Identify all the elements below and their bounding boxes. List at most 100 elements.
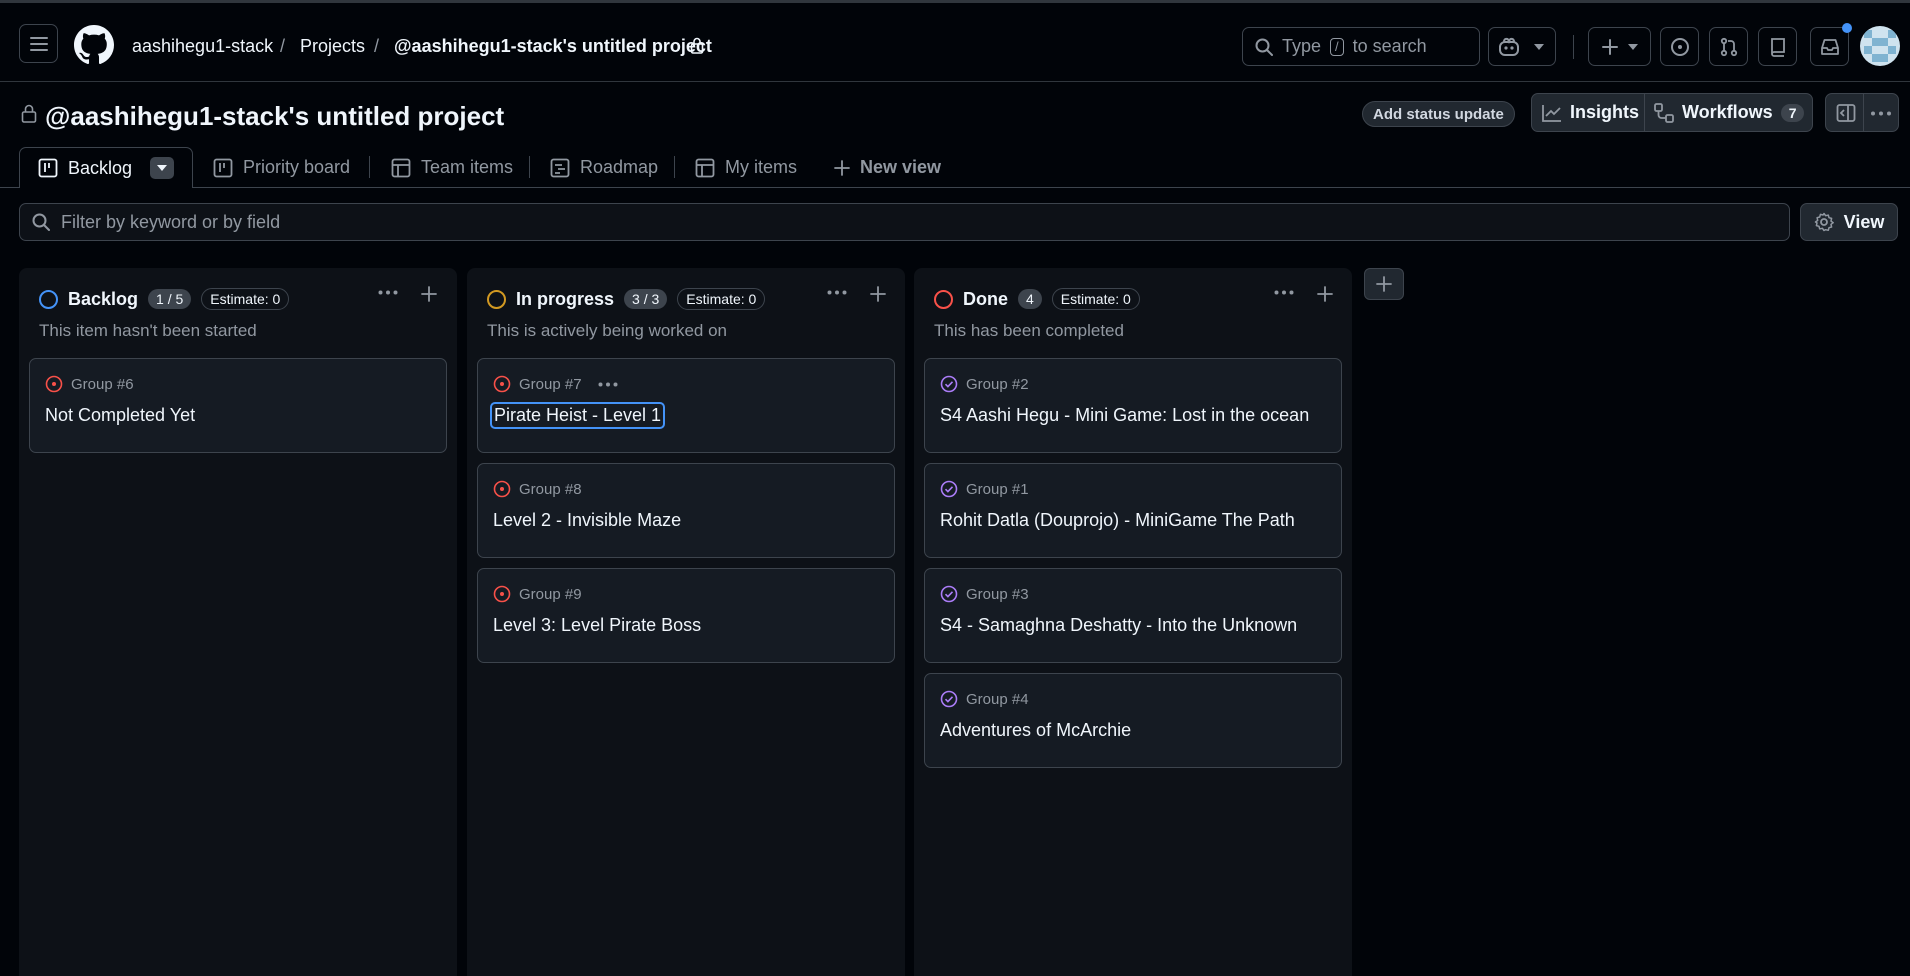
create-new-button[interactable] <box>1588 27 1651 66</box>
card-title[interactable]: Rohit Datla (Douprojo) - MiniGame The Pa… <box>940 510 1295 531</box>
breadcrumb-owner[interactable]: aashihegu1-stack <box>132 36 273 57</box>
more-options-button[interactable] <box>1870 111 1892 116</box>
item-card[interactable]: Group #4 Adventures of McArchie <box>924 673 1342 768</box>
card-meta: Group #3 <box>940 585 1029 603</box>
column-menu-button[interactable] <box>827 290 847 295</box>
column-description: This is actively being worked on <box>487 321 728 340</box>
tab-my-items[interactable]: My items <box>695 148 797 187</box>
column-estimate: Estimate: 0 <box>677 288 766 310</box>
issue-opened-icon <box>493 585 511 603</box>
tab-priority-board[interactable]: Priority board <box>213 148 350 187</box>
graph-icon <box>1542 104 1561 122</box>
menu-button[interactable] <box>19 24 58 63</box>
project-title[interactable]: @aashihegu1-stack's untitled project <box>45 101 504 132</box>
breadcrumb-project[interactable]: @aashihegu1-stack's untitled project <box>394 36 712 57</box>
search-shortcut-key: / <box>1330 37 1344 56</box>
tabs-underline <box>0 187 1910 188</box>
avatar[interactable] <box>1860 26 1900 66</box>
tab-team-items[interactable]: Team items <box>391 148 513 187</box>
github-logo-icon[interactable] <box>74 25 114 65</box>
workflows-count: 7 <box>1780 103 1805 122</box>
card-title[interactable]: Adventures of McArchie <box>940 720 1131 741</box>
search-icon <box>1255 38 1273 56</box>
chevron-down-icon <box>1534 43 1544 50</box>
card-meta: Group #9 <box>493 585 582 603</box>
tab-roadmap[interactable]: Roadmap <box>550 148 658 187</box>
side-panel-button[interactable] <box>1836 103 1856 123</box>
insights-workflows-group: Insights Workflows 7 <box>1531 93 1813 132</box>
view-label: View <box>1843 211 1885 232</box>
insights-button[interactable]: Insights <box>1542 94 1639 131</box>
tab-label: New view <box>860 157 942 177</box>
issues-button[interactable] <box>1660 27 1699 66</box>
card-title[interactable]: S4 Aashi Hegu - Mini Game: Lost in the o… <box>940 405 1309 426</box>
search-icon <box>32 213 50 231</box>
pull-request-icon <box>1720 37 1737 56</box>
search-prefix: Type <box>1282 36 1322 56</box>
pull-requests-button[interactable] <box>1709 27 1748 66</box>
add-item-button[interactable] <box>870 286 886 302</box>
card-meta: Group #4 <box>940 690 1029 708</box>
lock-icon <box>21 104 37 123</box>
search-suffix: to search <box>1352 36 1427 56</box>
breadcrumb-projects[interactable]: Projects <box>300 36 365 57</box>
add-item-button[interactable] <box>421 286 437 302</box>
workflows-button[interactable]: Workflows 7 <box>1654 94 1805 131</box>
board-column-in-progress: In progress 3 / 3 Estimate: 0 This is ac… <box>467 268 905 976</box>
search-input[interactable]: Type / to search <box>1242 27 1480 66</box>
card-group: Group #9 <box>519 585 582 603</box>
item-card[interactable]: Group #9 Level 3: Level Pirate Boss <box>477 568 895 663</box>
issue-closed-icon <box>940 375 958 393</box>
copilot-icon <box>1499 37 1519 56</box>
issue-opened-icon <box>1670 37 1689 56</box>
repositories-button[interactable] <box>1758 27 1797 66</box>
add-item-button[interactable] <box>1317 286 1333 302</box>
plus-icon <box>870 286 886 302</box>
card-group: Group #6 <box>71 375 134 393</box>
add-column-button[interactable] <box>1364 268 1404 300</box>
group-divider <box>1863 94 1864 131</box>
tab-separator <box>369 156 370 178</box>
column-header: Done 4 Estimate: 0 <box>934 288 1140 310</box>
kebab-horizontal-icon[interactable] <box>598 382 618 387</box>
view-options-dropdown[interactable] <box>150 157 175 179</box>
group-divider <box>1644 94 1645 131</box>
status-circle-icon <box>934 289 953 309</box>
workflows-label: Workflows <box>1682 102 1773 122</box>
lock-icon <box>690 37 704 54</box>
notification-dot <box>1842 23 1852 33</box>
filter-input[interactable]: Filter by keyword or by field <box>19 203 1790 241</box>
item-card[interactable]: Group #2 S4 Aashi Hegu - Mini Game: Lost… <box>924 358 1342 453</box>
breadcrumb-separator: / <box>374 36 380 56</box>
issue-closed-icon <box>940 585 958 603</box>
inbox-button[interactable] <box>1810 27 1849 66</box>
table-icon <box>695 158 715 177</box>
tab-backlog[interactable]: Backlog <box>19 147 194 188</box>
column-estimate: Estimate: 0 <box>1051 288 1140 310</box>
column-menu-button[interactable] <box>378 290 398 295</box>
inbox-icon <box>1820 38 1839 55</box>
item-card[interactable]: Group #6 Not Completed Yet <box>29 358 447 453</box>
copilot-button[interactable] <box>1488 27 1556 66</box>
item-card[interactable]: Group #3 S4 - Samaghna Deshatty - Into t… <box>924 568 1342 663</box>
column-menu-button[interactable] <box>1274 290 1294 295</box>
item-card[interactable]: Group #7 Pirate Heist - Level 1 <box>477 358 895 453</box>
tab-label: Team items <box>421 157 514 177</box>
item-card[interactable]: Group #8 Level 2 - Invisible Maze <box>477 463 895 558</box>
card-title[interactable]: Level 3: Level Pirate Boss <box>493 615 701 636</box>
card-title[interactable]: Not Completed Yet <box>45 405 195 426</box>
card-group: Group #7 <box>519 375 582 393</box>
item-card[interactable]: Group #1 Rohit Datla (Douprojo) - MiniGa… <box>924 463 1342 558</box>
add-status-update-button[interactable]: Add status update <box>1362 101 1515 127</box>
view-settings-button[interactable]: View <box>1800 203 1898 241</box>
card-title[interactable]: S4 - Samaghna Deshatty - Into the Unknow… <box>940 615 1297 636</box>
new-view-button[interactable]: New view <box>834 148 941 187</box>
chevron-down-icon <box>1627 43 1638 50</box>
issue-closed-icon <box>940 480 958 498</box>
card-title[interactable]: Pirate Heist - Level 1 <box>489 402 666 429</box>
hamburger-icon <box>29 36 48 51</box>
header-divider <box>1573 35 1574 59</box>
tab-label: Backlog <box>68 157 133 178</box>
column-count: 3 / 3 <box>624 289 668 309</box>
card-title[interactable]: Level 2 - Invisible Maze <box>493 510 681 531</box>
